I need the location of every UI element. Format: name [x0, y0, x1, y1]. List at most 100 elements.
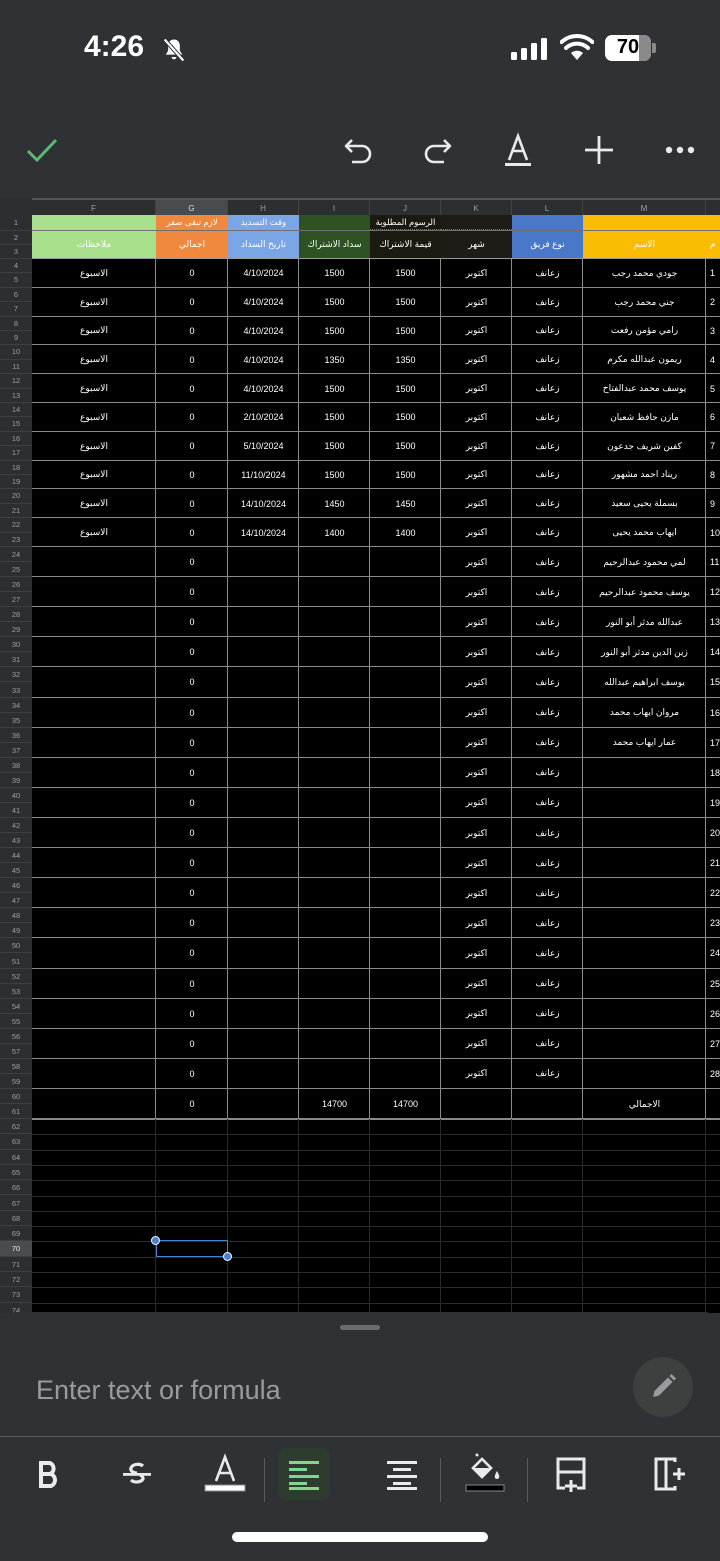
cell-m6[interactable]: جني محمد رجب	[583, 288, 706, 317]
text-color-button[interactable]	[199, 1448, 251, 1500]
row-header-54[interactable]: 54	[0, 999, 32, 1014]
row-header-32[interactable]: 32	[0, 667, 32, 683]
cell-k46[interactable]: اكتوبر	[441, 878, 512, 908]
cell-k16[interactable]: اكتوبر	[441, 432, 512, 461]
cell-m36[interactable]: عمار ايهاب محمد	[583, 728, 706, 758]
header-n[interactable]: م	[706, 231, 720, 258]
cell-g56[interactable]: 0	[156, 1029, 228, 1059]
cell-k20[interactable]: اكتوبر	[441, 489, 512, 518]
cell-f10[interactable]: الاسبوع	[32, 345, 156, 374]
cell-m20[interactable]: بسملة يحيى سعيد	[583, 489, 706, 518]
cell-f28[interactable]	[32, 607, 156, 637]
cell-g6[interactable]: 0	[156, 288, 228, 317]
cell-i26[interactable]	[299, 577, 370, 607]
cell-g12[interactable]: 0	[156, 374, 228, 403]
cell-n46[interactable]: 22	[706, 878, 720, 908]
cell-j14[interactable]: 1500	[370, 403, 441, 432]
header-row1-g[interactable]: لازم تبقى صفر	[156, 215, 228, 230]
row-header-13[interactable]: 13	[0, 389, 32, 403]
cell-n16[interactable]: 7	[706, 432, 720, 461]
cell-h58[interactable]	[228, 1059, 299, 1089]
row-header-73[interactable]: 73	[0, 1287, 32, 1303]
cell-m24[interactable]: لمي محمود عبدالرحيم	[583, 547, 706, 577]
cell-l16[interactable]: زعانف	[512, 432, 583, 461]
cell-f44[interactable]	[32, 848, 156, 878]
cell-i42[interactable]	[299, 818, 370, 848]
row-header-11[interactable]: 11	[0, 360, 32, 375]
cell-n40[interactable]: 19	[706, 788, 720, 818]
total-cell-j[interactable]: 14700	[370, 1089, 441, 1119]
cell-g42[interactable]: 0	[156, 818, 228, 848]
cell-h12[interactable]: 4/10/2024	[228, 374, 299, 403]
add-icon[interactable]	[579, 130, 619, 170]
cell-i56[interactable]	[299, 1029, 370, 1059]
header-j[interactable]: قيمة الاشتراك	[370, 231, 441, 258]
cell-i12[interactable]: 1500	[299, 374, 370, 403]
cell-f18[interactable]: الاسبوع	[32, 461, 156, 490]
cell-g54[interactable]: 0	[156, 999, 228, 1029]
cell-k26[interactable]: اكتوبر	[441, 577, 512, 607]
row-header-22[interactable]: 22	[0, 518, 32, 533]
cell-f58[interactable]	[32, 1059, 156, 1089]
cell-g20[interactable]: 0	[156, 489, 228, 518]
cell-l32[interactable]: زعانف	[512, 667, 583, 697]
header-g[interactable]: اجمالي	[156, 231, 228, 258]
cell-l22[interactable]: زعانف	[512, 518, 583, 547]
cell-k8[interactable]: اكتوبر	[441, 317, 512, 346]
row-header-2[interactable]: 2	[0, 231, 32, 245]
header-k[interactable]: شهر	[441, 231, 512, 258]
cell-h20[interactable]: 14/10/2024	[228, 489, 299, 518]
row-header-42[interactable]: 42	[0, 818, 32, 834]
cell-k44[interactable]: اكتوبر	[441, 848, 512, 878]
cell-g50[interactable]: 0	[156, 938, 228, 968]
cell-l14[interactable]: زعانف	[512, 403, 583, 432]
cell-j30[interactable]	[370, 637, 441, 667]
cell-i8[interactable]: 1500	[299, 317, 370, 346]
row-header-27[interactable]: 27	[0, 592, 32, 608]
row-header-28[interactable]: 28	[0, 607, 32, 623]
cell-j54[interactable]	[370, 999, 441, 1029]
cell-m40[interactable]	[583, 788, 706, 818]
cell-g10[interactable]: 0	[156, 345, 228, 374]
cell-f46[interactable]	[32, 878, 156, 908]
cell-k6[interactable]: اكتوبر	[441, 288, 512, 317]
row-header-39[interactable]: 39	[0, 773, 32, 788]
cell-m58[interactable]	[583, 1059, 706, 1089]
row-header-62[interactable]: 62	[0, 1119, 32, 1135]
cell-j24[interactable]	[370, 547, 441, 577]
cell-l40[interactable]: زعانف	[512, 788, 583, 818]
cell-k4[interactable]: اكتوبر	[441, 259, 512, 288]
formula-input[interactable]	[36, 1370, 596, 1410]
more-icon[interactable]	[660, 130, 700, 170]
fill-color-button[interactable]	[459, 1448, 511, 1500]
cell-l12[interactable]: زعانف	[512, 374, 583, 403]
row-header-37[interactable]: 37	[0, 743, 32, 758]
cell-i4[interactable]: 1500	[299, 259, 370, 288]
cell-g38[interactable]: 0	[156, 758, 228, 788]
row-header-1[interactable]: 1	[0, 215, 32, 231]
cell-h32[interactable]	[228, 667, 299, 697]
cell-j4[interactable]: 1500	[370, 259, 441, 288]
cell-m56[interactable]	[583, 1029, 706, 1059]
total-cell-m[interactable]: الاجمالي	[583, 1089, 706, 1119]
cell-g44[interactable]: 0	[156, 848, 228, 878]
cell-h16[interactable]: 5/10/2024	[228, 432, 299, 461]
cell-l38[interactable]: زعانف	[512, 758, 583, 788]
cell-k48[interactable]: اكتوبر	[441, 908, 512, 938]
cell-j28[interactable]	[370, 607, 441, 637]
cell-k56[interactable]: اكتوبر	[441, 1029, 512, 1059]
header-row1-l[interactable]	[512, 215, 583, 230]
row-header-29[interactable]: 29	[0, 622, 32, 638]
edit-button[interactable]	[633, 1357, 693, 1417]
cell-i18[interactable]: 1500	[299, 461, 370, 490]
cell-m52[interactable]	[583, 969, 706, 999]
header-row1-i[interactable]	[299, 215, 370, 230]
cell-i46[interactable]	[299, 878, 370, 908]
cell-h6[interactable]: 4/10/2024	[228, 288, 299, 317]
row-header-58[interactable]: 58	[0, 1059, 32, 1074]
cell-l46[interactable]: زعانف	[512, 878, 583, 908]
row-header-5[interactable]: 5	[0, 273, 32, 288]
cell-i48[interactable]	[299, 908, 370, 938]
row-header-33[interactable]: 33	[0, 683, 32, 698]
row-header-70[interactable]: 70	[0, 1241, 32, 1257]
